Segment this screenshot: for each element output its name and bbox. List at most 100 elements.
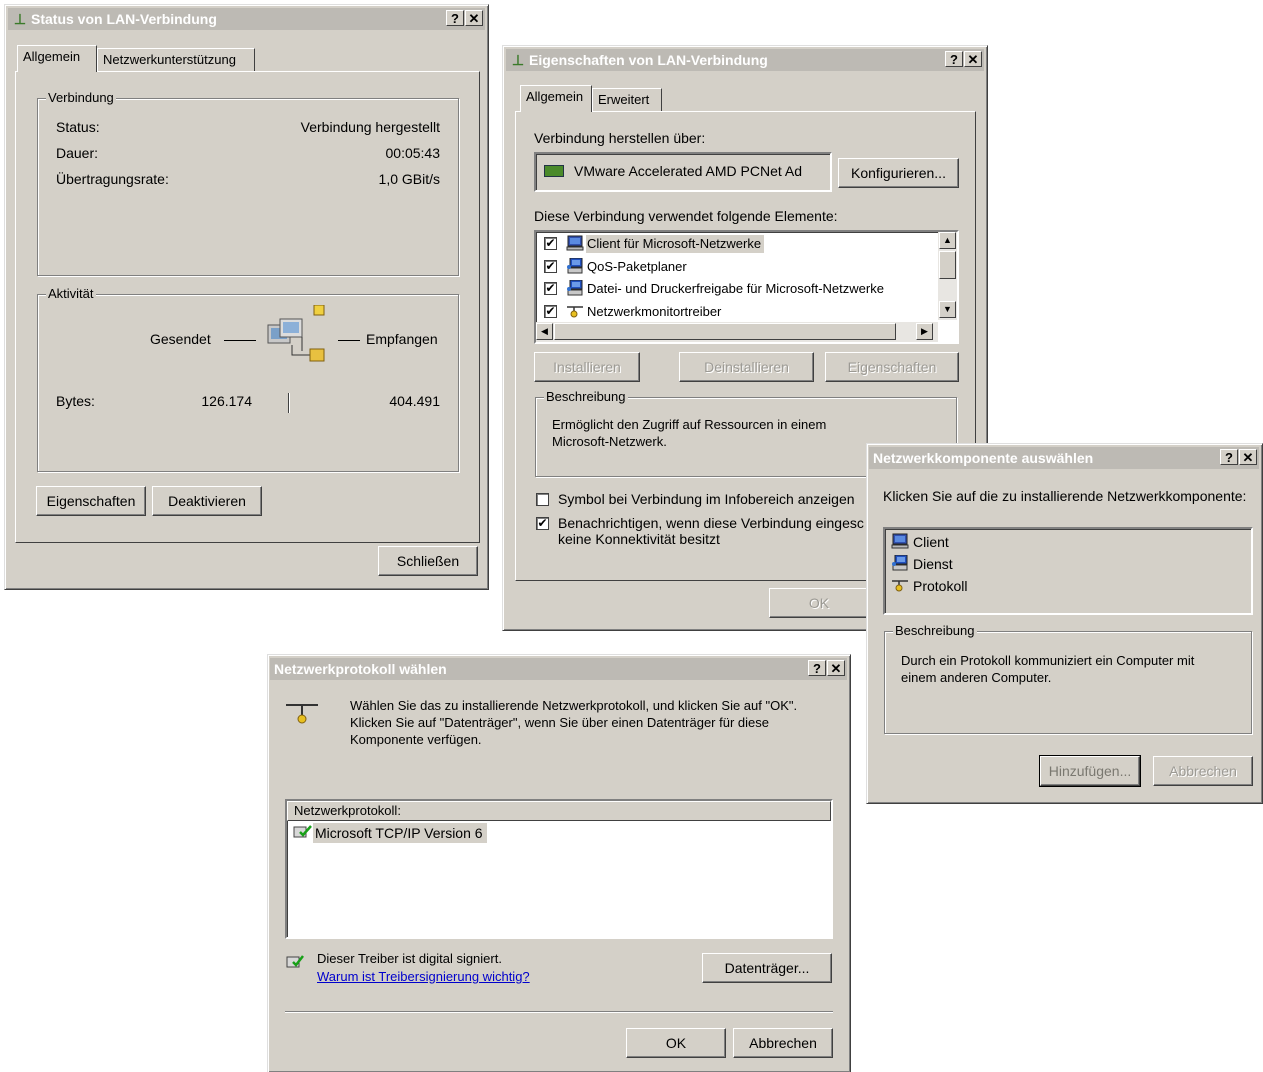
service-icon bbox=[567, 279, 583, 296]
service-icon bbox=[566, 279, 584, 299]
component-instruction: Klicken Sie auf die zu installierende Ne… bbox=[883, 488, 1247, 504]
speed-value: 1,0 GBit/s bbox=[378, 171, 440, 187]
add-button[interactable]: Hinzufügen... bbox=[1040, 756, 1140, 786]
ok-button[interactable]: OK bbox=[769, 588, 869, 618]
sent-label: Gesendet bbox=[150, 331, 211, 347]
signed-driver-icon-svg bbox=[286, 955, 304, 968]
client-icon bbox=[891, 533, 909, 549]
activity-group: Aktivität Gesendet Empfangen Bytes: 126.… bbox=[37, 286, 459, 472]
notify-label[interactable]: Benachrichtigen, wenn diese Verbindung e… bbox=[558, 515, 864, 531]
show-icon-label[interactable]: Symbol bei Verbindung im Infobereich anz… bbox=[558, 491, 855, 507]
network-activity-icon bbox=[267, 305, 325, 362]
status-dialog-title: Status von LAN-Verbindung bbox=[31, 11, 217, 27]
item-checkbox[interactable]: ✔ bbox=[544, 304, 557, 318]
item-label: Netzwerkmonitortreiber bbox=[587, 303, 722, 319]
item-properties-button[interactable]: Eigenschaften bbox=[825, 352, 959, 382]
help-button[interactable]: ? bbox=[446, 10, 464, 26]
item-label: Datei- und Druckerfreigabe für Microsoft… bbox=[587, 281, 884, 296]
signed-driver-icon bbox=[286, 953, 304, 968]
item-checkbox[interactable]: ✔ bbox=[544, 282, 557, 295]
protocol-ok-button[interactable]: OK bbox=[626, 1028, 726, 1058]
tab-erweitert[interactable]: Erweitert bbox=[592, 88, 662, 112]
bytes-received-value: 404.491 bbox=[389, 393, 440, 409]
scroll-right-arrow[interactable]: ▶ bbox=[916, 323, 933, 340]
close-button[interactable]: ✕ bbox=[964, 51, 982, 67]
component-description-text: Durch ein Protokoll kommuniziert ein Com… bbox=[901, 653, 1195, 685]
status-dialog-titlebar[interactable]: ⊥ Status von LAN-Verbindung ? ✕ bbox=[8, 8, 485, 30]
item-label: QoS-Paketplaner bbox=[587, 258, 687, 274]
disable-button[interactable]: Deaktivieren bbox=[152, 486, 262, 516]
service-icon bbox=[566, 257, 584, 277]
scroll-h-thumb[interactable] bbox=[554, 323, 896, 340]
elements-list[interactable]: ✔ Client für Microsoft-Netzwerke ✔ QoS-Pake… bbox=[534, 230, 959, 344]
protocol-list-header[interactable]: Netzwerkprotokoll: bbox=[287, 801, 831, 821]
client-icon bbox=[566, 235, 584, 254]
protocol-icon bbox=[891, 577, 909, 596]
client-icon bbox=[891, 533, 909, 552]
signing-link[interactable]: Warum ist Treibersignierung wichtig? bbox=[317, 969, 530, 984]
horizontal-scrollbar[interactable]: ◀ ▶ bbox=[536, 322, 938, 342]
close-button[interactable]: ✕ bbox=[827, 660, 845, 676]
connect-using-label: Verbindung herstellen über: bbox=[534, 130, 706, 146]
received-label: Empfangen bbox=[366, 331, 438, 347]
tab-allgemein[interactable]: Allgemein bbox=[520, 85, 592, 112]
tab-netzwerkunterstuetzung[interactable]: Netzwerkunterstützung bbox=[97, 48, 255, 72]
help-button[interactable]: ? bbox=[808, 660, 826, 676]
close-button[interactable]: ✕ bbox=[1239, 449, 1257, 465]
connection-legend: Verbindung bbox=[46, 90, 116, 105]
bytes-divider bbox=[288, 393, 289, 413]
item-label: Client für Microsoft-Netzwerke bbox=[586, 235, 765, 253]
properties-dialog-title: Eigenschaften von LAN-Verbindung bbox=[529, 52, 768, 68]
component-list[interactable]: Client Dienst Protokoll bbox=[883, 527, 1253, 615]
uninstall-button[interactable]: Deinstallieren bbox=[679, 352, 814, 382]
status-tab-panel: Verbindung Status: Verbindung hergestell… bbox=[15, 71, 480, 543]
elements-label: Diese Verbindung verwendet folgende Elem… bbox=[534, 208, 838, 224]
configure-button[interactable]: Konfigurieren... bbox=[838, 158, 959, 188]
properties-button[interactable]: Eigenschaften bbox=[36, 486, 146, 516]
close-button[interactable]: ✕ bbox=[465, 10, 483, 26]
component-description-group: Beschreibung Durch ein Protokoll kommuni… bbox=[884, 623, 1252, 734]
protocol-dialog-titlebar[interactable]: Netzwerkprotokoll wählen ? ✕ bbox=[270, 658, 847, 680]
component-cancel-button[interactable]: Abbrechen bbox=[1153, 756, 1253, 786]
protocol-instruction: Wählen Sie das zu installierende Netzwer… bbox=[350, 698, 798, 747]
client-icon bbox=[566, 235, 584, 251]
bytes-sent-value: 126.174 bbox=[201, 393, 252, 409]
network-adapter-icon bbox=[544, 165, 564, 177]
status-label: Status: bbox=[56, 119, 100, 135]
description-text: Ermöglicht den Zugriff auf Ressourcen in… bbox=[552, 417, 827, 449]
help-button[interactable]: ? bbox=[1220, 449, 1238, 465]
vertical-scrollbar[interactable]: ▲ ▼ bbox=[938, 232, 957, 320]
duration-value: 00:05:43 bbox=[385, 145, 441, 161]
help-button[interactable]: ? bbox=[945, 51, 963, 67]
protocol-icon bbox=[286, 704, 318, 724]
scroll-left-arrow[interactable]: ◀ bbox=[536, 323, 553, 340]
protocol-list[interactable]: Netzwerkprotokoll: Microsoft TCP/IP Vers… bbox=[285, 799, 833, 939]
component-description-legend: Beschreibung bbox=[893, 623, 977, 638]
scroll-up-arrow[interactable]: ▲ bbox=[939, 232, 956, 249]
disk-button[interactable]: Datenträger... bbox=[702, 953, 832, 983]
scroll-down-arrow[interactable]: ▼ bbox=[939, 301, 956, 318]
show-icon-checkbox[interactable] bbox=[536, 493, 549, 506]
component-type-label: Dienst bbox=[913, 556, 953, 572]
adapter-field: VMware Accelerated AMD PCNet Ad bbox=[534, 152, 832, 192]
description-legend: Beschreibung bbox=[544, 389, 628, 404]
protocol-cancel-button[interactable]: Abbrechen bbox=[733, 1028, 833, 1058]
component-type-label: Client bbox=[913, 534, 949, 550]
protocol-separator bbox=[285, 1011, 833, 1012]
properties-dialog-titlebar[interactable]: ⊥ Eigenschaften von LAN-Verbindung ? ✕ bbox=[506, 49, 984, 71]
notify-checkbox[interactable]: ✔ bbox=[536, 517, 549, 530]
protocol-dialog: Netzwerkprotokoll wählen ? ✕ Wählen Sie … bbox=[267, 654, 851, 1072]
component-dialog-titlebar[interactable]: Netzwerkkomponente auswählen ? ✕ bbox=[869, 447, 1259, 469]
close-dialog-button[interactable]: Schließen bbox=[378, 546, 478, 576]
install-button[interactable]: Installieren bbox=[534, 352, 640, 382]
signed-driver-icon bbox=[293, 823, 313, 842]
item-checkbox[interactable]: ✔ bbox=[544, 237, 557, 250]
component-type-label: Protokoll bbox=[913, 578, 968, 594]
protocol-icon bbox=[892, 580, 908, 592]
component-dialog: Netzwerkkomponente auswählen ? ✕ Klicken… bbox=[866, 443, 1263, 804]
item-checkbox[interactable]: ✔ bbox=[544, 259, 557, 273]
scroll-thumb[interactable] bbox=[939, 251, 956, 279]
bytes-label: Bytes: bbox=[56, 393, 95, 409]
network-connection-icon: ⊥ bbox=[511, 52, 525, 68]
tab-allgemein[interactable]: Allgemein bbox=[17, 45, 97, 72]
